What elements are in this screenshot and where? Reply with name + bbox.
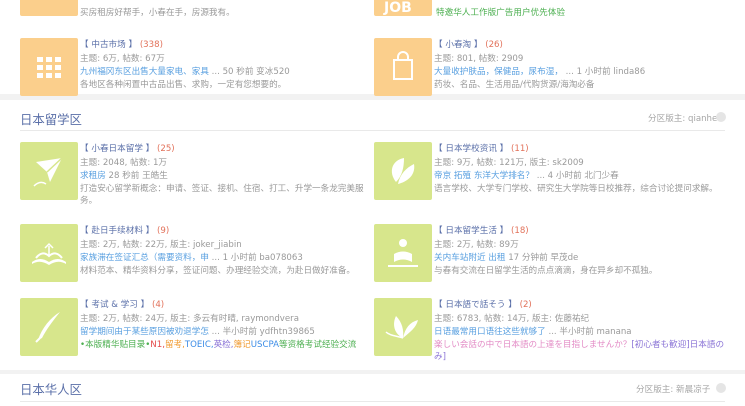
- new-count: (2): [519, 300, 532, 310]
- forum-desc: 语言学校、大学专门学校、研究生大学院等日校推荐，综合讨论提问求解。: [434, 184, 718, 194]
- forum-desc: 材料范本、精华资料分享，签证问题、办理经验交流，为赴日做好准备。: [80, 266, 356, 276]
- top-right-tile[interactable]: JOB: [374, 0, 432, 16]
- new-count: (26): [485, 40, 503, 50]
- forum-stats: 主题: 2048, 帖数: 1万: [80, 158, 168, 168]
- new-count: (18): [511, 226, 529, 236]
- quill-pen-icon: [35, 312, 60, 343]
- forum-stats: 主题: 2万, 帖数: 24万, 版主: 多云有时晴, raymondvera: [80, 314, 299, 324]
- forum-stats: 主题: 2万, 帖数: 22万, 版主: joker_jiabin: [80, 240, 242, 250]
- forum-panel-chinese: 日本华人区 分区版主: 新晨凉子: [0, 374, 745, 406]
- forum-panel-study: 日本留学区 分区版主: qianhe 【 小春日本留学 】 (25) 主题: 2…: [0, 100, 745, 370]
- forum-stats: 主题: 6万, 帖数: 67万: [80, 54, 165, 64]
- divider: [20, 401, 725, 402]
- forum-stats: 主题: 6783, 帖数: 14万, 版主: 佐藤祐纪: [434, 314, 590, 324]
- last-post-link[interactable]: 大量收护肤品，保健品，尿布湿，: [434, 67, 563, 77]
- forum-title-japanese[interactable]: 日本語で話そう: [445, 300, 505, 310]
- forum-stats: 主题: 2万, 帖数: 89万: [434, 240, 519, 250]
- collapse-toggle-icon[interactable]: [716, 383, 726, 393]
- flower-icon: [385, 316, 418, 339]
- paper-plane-icon: [33, 157, 63, 187]
- new-count: (11): [511, 144, 529, 154]
- new-count: (25): [157, 144, 175, 154]
- new-count: (9): [157, 226, 170, 236]
- forum-panel-top: 买房租房好帮手，小春在手，房源我有。 JOB 特邀华人工作版广告用户优先体验 【…: [0, 0, 745, 96]
- forum-desc: 打造安心留学新概念：申请、签证、接机、住宿、打工、升学一条龙完美服: [80, 184, 364, 194]
- forum-title-school[interactable]: 日本学校资讯: [445, 144, 497, 154]
- divider: [20, 130, 725, 131]
- last-post-link[interactable]: 留学期间由于某些原因被劝退学怎: [80, 327, 209, 337]
- exam-tile[interactable]: [20, 298, 78, 356]
- new-count: (338): [139, 40, 163, 50]
- forum-title-shop[interactable]: 小春淘: [445, 40, 471, 50]
- forum-desc-cont: 务。: [80, 196, 98, 206]
- forum-desc-cont: み]: [434, 352, 446, 362]
- open-book-icon: [32, 242, 66, 265]
- forum-stats: 主题: 801, 帖数: 2909: [434, 54, 524, 64]
- forum-stats: 主题: 9万, 帖数: 121万, 版主: sk2009: [434, 158, 584, 168]
- reading-person-icon: [388, 239, 418, 267]
- section-title[interactable]: 日本华人区: [20, 380, 82, 398]
- last-post-link[interactable]: 日语最常用口语往这些就够了: [434, 327, 546, 337]
- forum-desc: 与春有交流在日留学生活的点点滴滴，身在异乡却不孤独。: [434, 266, 658, 276]
- forum-desc-rich: •本版精华贴目录•N1,留考,TOEIC,英检,簿记USCPA等资格考试经验交流: [80, 340, 357, 350]
- last-post-link[interactable]: 九州福冈东区出售大量家电、家具: [80, 67, 209, 77]
- top-left-tile[interactable]: [20, 0, 78, 16]
- job-badge: JOB: [384, 0, 412, 16]
- new-count: (4): [151, 300, 165, 310]
- shopping-bag-icon: [393, 51, 413, 80]
- forum-title-market[interactable]: 中古市场: [91, 40, 125, 50]
- forum-title-docs[interactable]: 赴日手续材料: [91, 226, 143, 236]
- grid-icon: [37, 57, 61, 78]
- docs-tile[interactable]: [20, 224, 78, 282]
- forum-desc: 药妆、名品、生活用品/代购货源/海淘必备: [434, 80, 595, 90]
- last-post-link[interactable]: 家族滞在签证汇总（需要资料，申: [80, 253, 209, 263]
- forum-title-exam[interactable]: 考试 & 学习: [91, 300, 138, 310]
- top-left-desc: 买房租房好帮手，小春在手，房源我有。: [80, 8, 235, 18]
- section-moderator: 分区版主: qianhe: [648, 114, 718, 124]
- school-tile[interactable]: [374, 142, 432, 200]
- market-tile[interactable]: [20, 38, 78, 96]
- section-moderator: 分区版主: 新晨凉子: [636, 385, 711, 395]
- top-right-desc: 特邀华人工作版广告用户优先体验: [436, 8, 565, 18]
- section-title[interactable]: 日本留学区: [20, 110, 82, 128]
- forum-title-life[interactable]: 日本留学生活: [445, 226, 497, 236]
- forum-title-study[interactable]: 小春日本留学: [91, 144, 143, 154]
- last-post-link[interactable]: 关内车站附近 出租: [434, 253, 505, 263]
- forum-desc: 各地区各种闲置中古品出售、求购，一定有您想要的。: [80, 80, 287, 90]
- leaf-icon: [391, 158, 415, 184]
- study-tile[interactable]: [20, 142, 78, 200]
- japanese-tile[interactable]: [374, 298, 432, 356]
- collapse-toggle-icon[interactable]: [716, 112, 726, 122]
- last-post-link[interactable]: 帝京 拓殖 东洋大学排名？: [434, 171, 534, 181]
- shop-tile[interactable]: [374, 38, 432, 96]
- last-post-link[interactable]: 求租房: [80, 171, 106, 181]
- life-tile[interactable]: [374, 224, 432, 282]
- forum-desc-rich: 楽しい会話の中で日本語の上達を目指しませんか？[初心者も歓迎]日本語の: [434, 340, 725, 350]
